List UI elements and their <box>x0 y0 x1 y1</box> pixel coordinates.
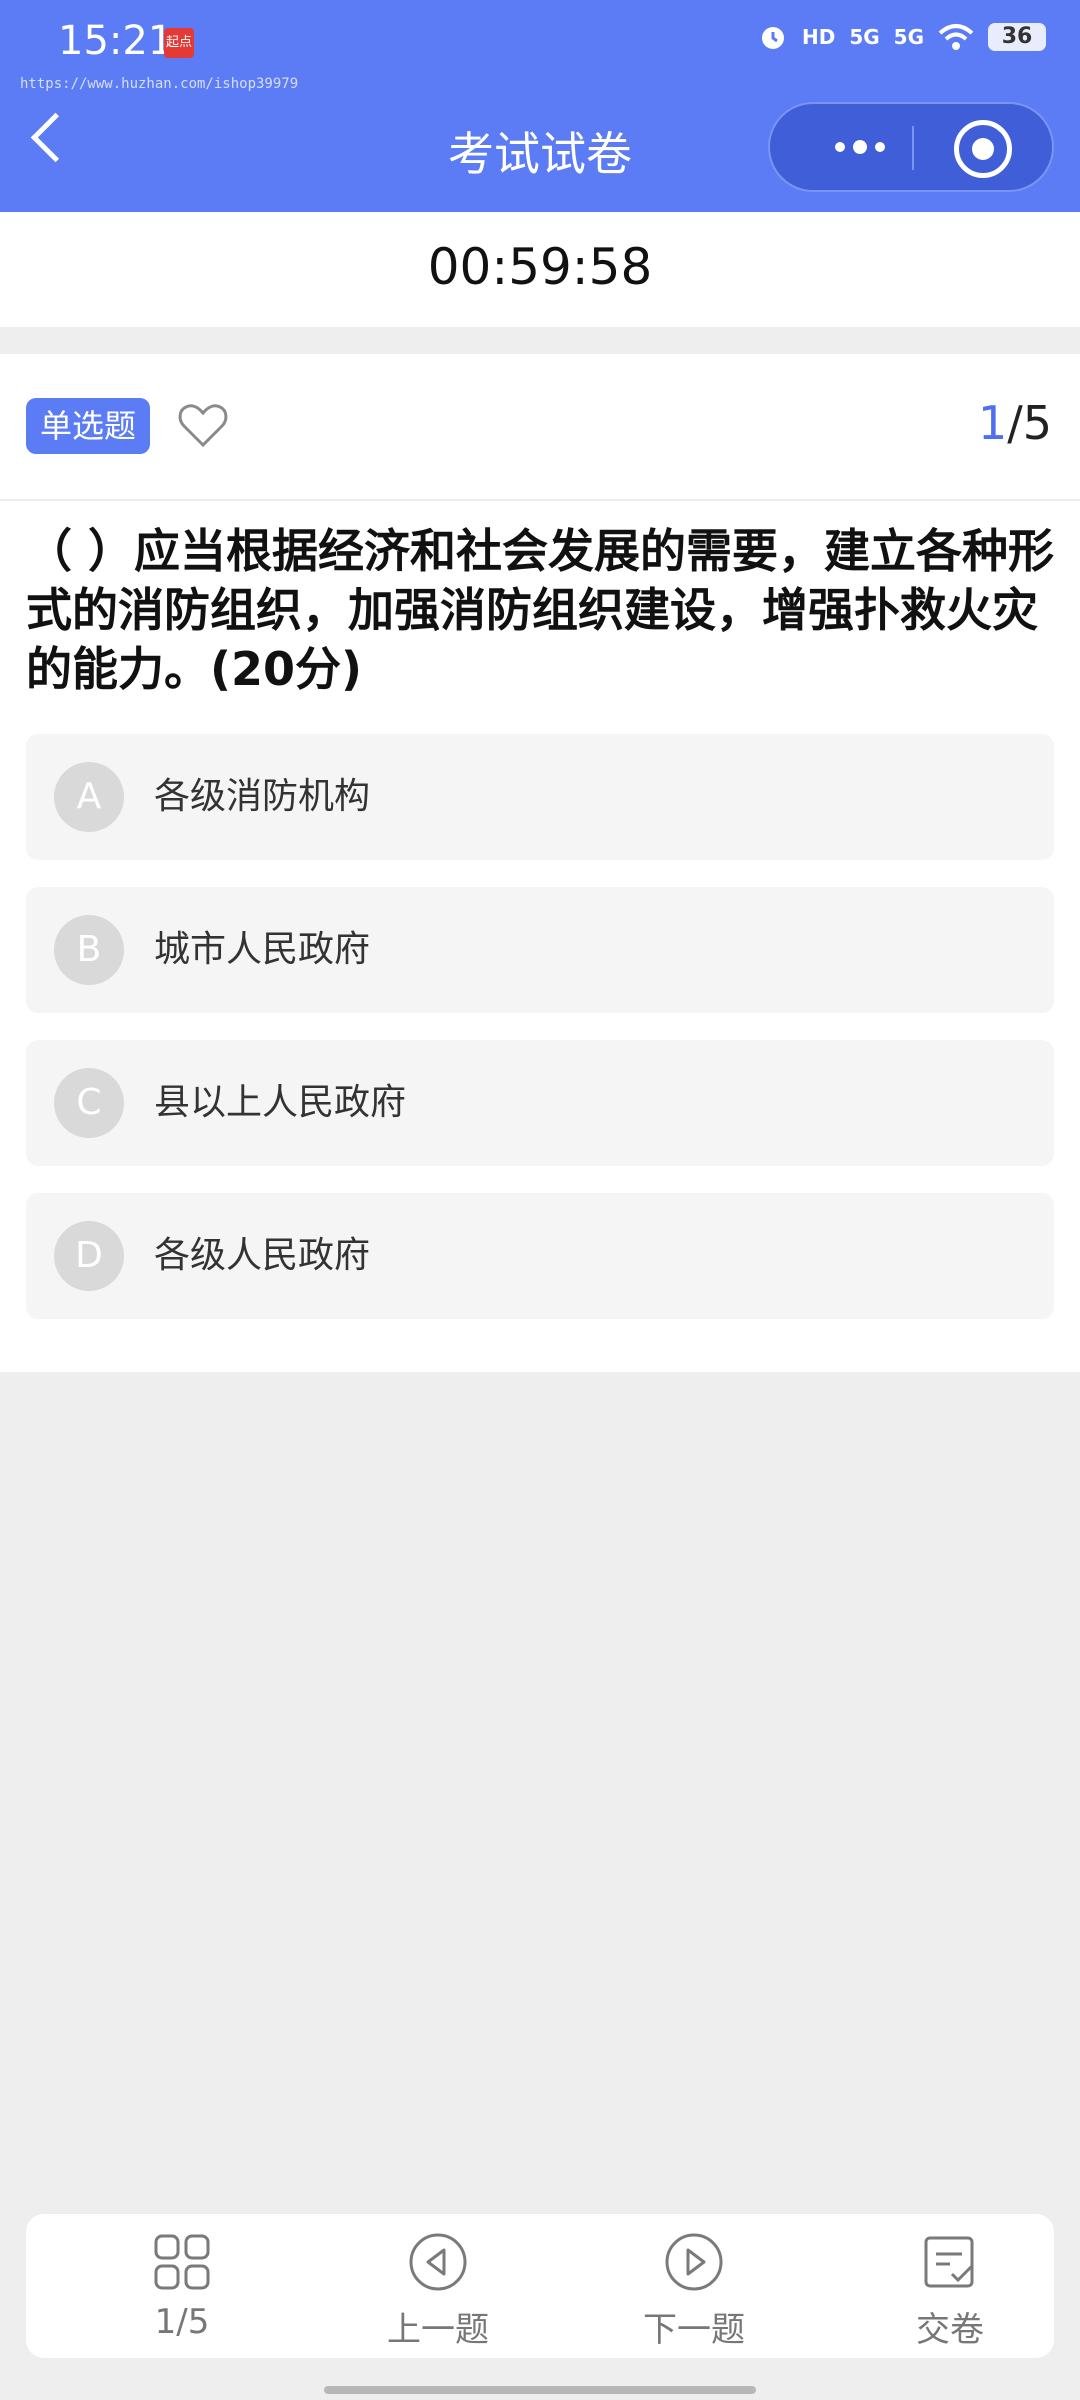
option-c[interactable]: C 县以上人民政府 <box>26 1040 1054 1166</box>
previous-label: 上一题 <box>387 2310 489 2350</box>
option-text: 各级人民政府 <box>154 1235 371 1276</box>
capsule-divider <box>912 126 914 170</box>
option-d[interactable]: D 各级人民政府 <box>26 1193 1054 1319</box>
option-letter: C <box>54 1068 124 1138</box>
more-icon[interactable] <box>810 104 910 190</box>
next-label: 下一题 <box>643 2310 745 2350</box>
next-icon <box>665 2233 723 2291</box>
timer-bar: 00:59:58 <box>0 212 1080 327</box>
signal-5g-icon-2: 5G <box>893 25 924 49</box>
option-b[interactable]: B 城市人民政府 <box>26 887 1054 1013</box>
progress-current: 1 <box>977 396 1008 450</box>
app-badge-icon: 起点 <box>164 28 194 58</box>
submit-icon <box>924 2236 974 2288</box>
divider <box>0 499 1080 501</box>
home-indicator[interactable] <box>324 2386 756 2394</box>
status-icons: HD 5G 5G 36 <box>758 22 1046 52</box>
battery-icon: 36 <box>988 23 1046 51</box>
grid-label: 1/5 <box>154 2302 210 2342</box>
previous-question-button[interactable]: 上一题 <box>338 2232 538 2352</box>
top-bar: 15:21 起点 https://www.huzhan.com/ishop399… <box>0 0 1080 212</box>
next-question-button[interactable]: 下一题 <box>594 2232 794 2352</box>
miniprogram-capsule <box>768 102 1054 192</box>
option-letter: D <box>54 1221 124 1291</box>
status-time: 15:21 <box>58 18 174 64</box>
question-progress: 1/5 <box>978 396 1052 450</box>
question-card: 单选题 1/5 （ ）应当根据经济和社会发展的需要，建立各种形式的消防组织，加强… <box>0 354 1080 1372</box>
grid-icon <box>154 2234 210 2290</box>
hd-icon: HD <box>801 25 836 49</box>
option-text: 县以上人民政府 <box>154 1082 407 1123</box>
submit-exam-button[interactable]: 交卷 <box>850 2232 1050 2352</box>
option-letter: B <box>54 915 124 985</box>
watermark: https://www.huzhan.com/ishop39979 <box>20 76 299 92</box>
question-grid-button[interactable]: 1/5 <box>82 2232 282 2352</box>
progress-total: /5 <box>1007 396 1052 450</box>
option-text: 各级消防机构 <box>154 776 371 817</box>
option-text: 城市人民政府 <box>154 929 371 970</box>
countdown-timer: 00:59:58 <box>427 238 653 296</box>
bottom-nav: 1/5 上一题 下一题 交卷 <box>26 2214 1054 2358</box>
favorite-heart-icon[interactable] <box>176 398 230 452</box>
option-letter: A <box>54 762 124 832</box>
close-miniprogram-icon[interactable] <box>954 120 1012 178</box>
previous-icon <box>409 2233 467 2291</box>
question-type-badge: 单选题 <box>26 398 151 454</box>
signal-5g-icon: 5G <box>849 25 880 49</box>
question-text: （ ）应当根据经济和社会发展的需要，建立各种形式的消防组织，加强消防组织建设，增… <box>26 524 1055 696</box>
alarm-icon <box>761 27 784 49</box>
submit-label: 交卷 <box>916 2310 984 2350</box>
wifi-icon <box>938 24 974 50</box>
option-a[interactable]: A 各级消防机构 <box>26 734 1054 860</box>
